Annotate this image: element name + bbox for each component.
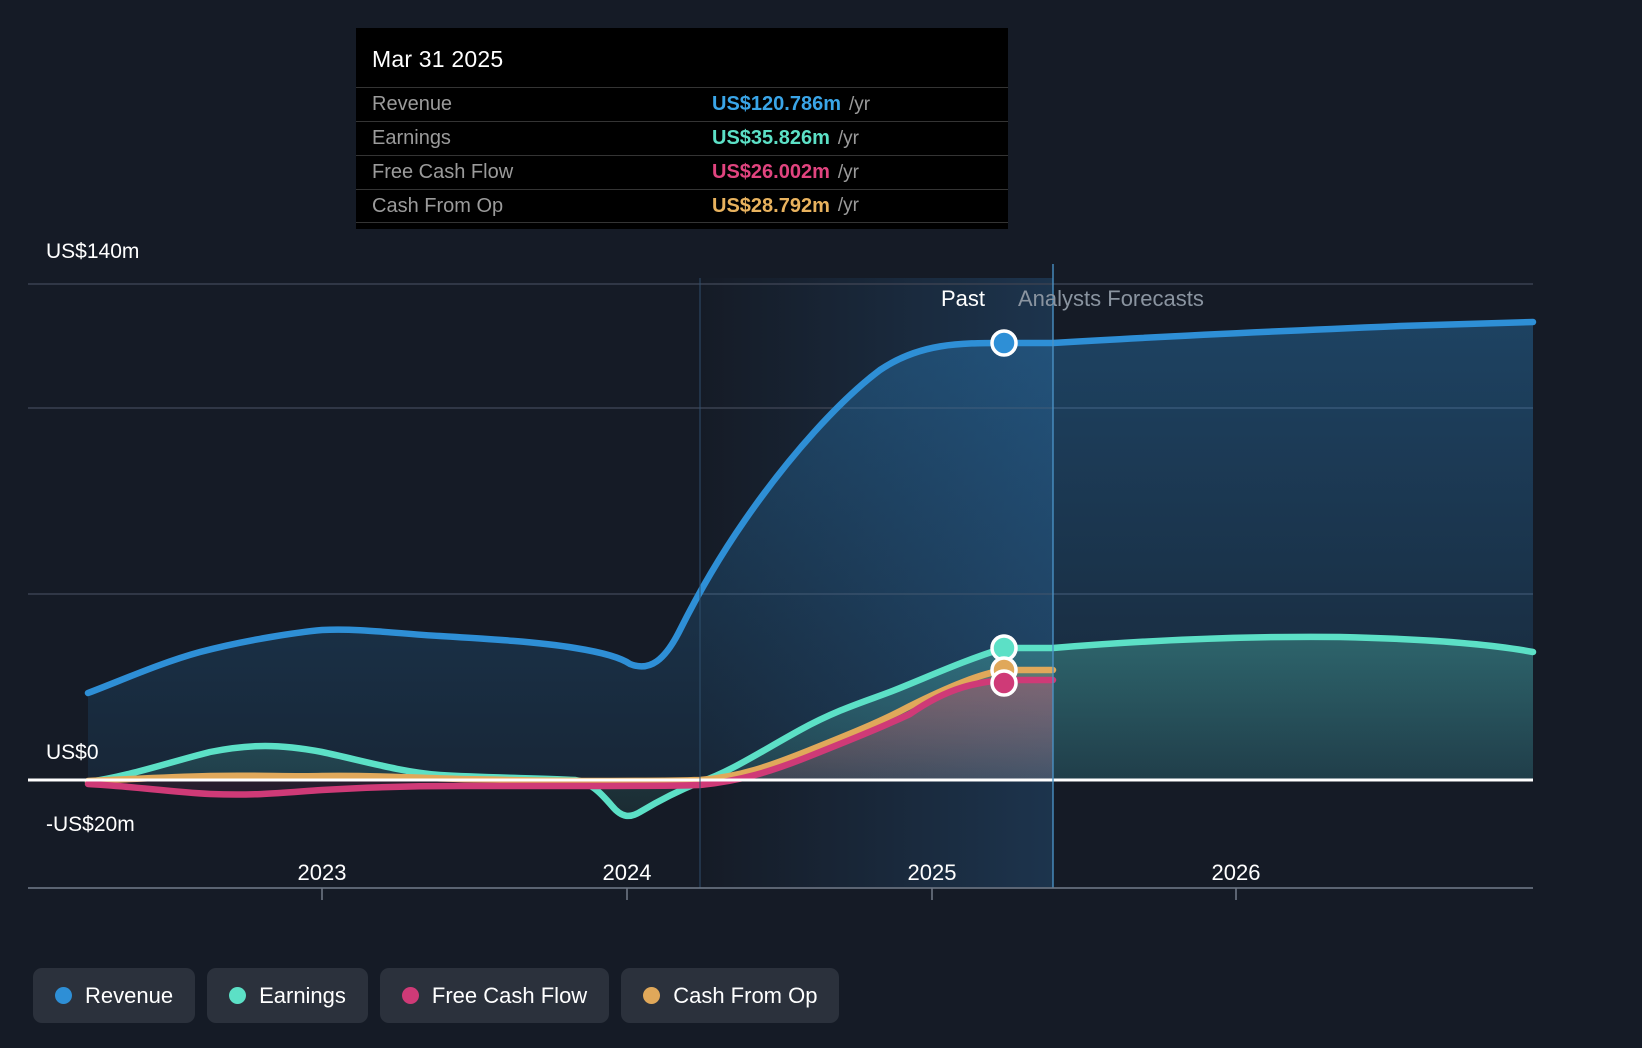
tooltip-row-cash-from-op: Cash From Op US$28.792m /yr bbox=[356, 189, 1008, 223]
revenue-color-dot-icon bbox=[55, 987, 72, 1004]
y-axis-label-zero: US$0 bbox=[46, 741, 99, 764]
tooltip-unit-free-cash-flow: /yr bbox=[837, 161, 859, 183]
y-axis-label-top: US$140m bbox=[46, 240, 140, 263]
free-cash-flow-marker bbox=[990, 669, 1018, 697]
chart-legend: Revenue Earnings Free Cash Flow Cash Fro… bbox=[33, 968, 840, 1023]
tooltip-label-free-cash-flow: Free Cash Flow bbox=[372, 161, 514, 183]
legend-label-revenue: Revenue bbox=[85, 982, 174, 1008]
legend-item-cash-from-op[interactable]: Cash From Op bbox=[621, 968, 840, 1023]
legend-label-free-cash-flow: Free Cash Flow bbox=[431, 982, 588, 1008]
legend-label-cash-from-op: Cash From Op bbox=[673, 982, 818, 1008]
y-axis-label-bottom: -US$20m bbox=[46, 813, 135, 836]
legend-label-earnings: Earnings bbox=[259, 982, 346, 1008]
legend-item-free-cash-flow[interactable]: Free Cash Flow bbox=[379, 968, 610, 1023]
tooltip-row-revenue: Revenue US$120.786m /yr bbox=[356, 87, 1008, 121]
tooltip-label-cash-from-op: Cash From Op bbox=[372, 194, 504, 217]
past-label: Past bbox=[941, 286, 986, 311]
earnings-color-dot-icon bbox=[229, 987, 247, 1004]
chart-root: US$140m US$0 -US$20m 2023 2024 2025 2026… bbox=[0, 0, 1642, 1048]
tooltip-row-free-cash-flow: Free Cash Flow US$26.002m /yr bbox=[356, 155, 1008, 189]
x-axis-label-2025: 2025 bbox=[907, 860, 957, 885]
x-axis-label-2026: 2026 bbox=[1211, 860, 1261, 885]
x-axis-label-2023: 2023 bbox=[297, 860, 347, 885]
legend-item-revenue[interactable]: Revenue bbox=[33, 968, 196, 1023]
tooltip-label-revenue: Revenue bbox=[372, 93, 453, 115]
x-axis-ticks bbox=[321, 888, 1237, 900]
tooltip-date: Mar 31 2025 bbox=[372, 46, 504, 72]
legend-item-earnings[interactable]: Earnings bbox=[207, 968, 368, 1023]
x-axis-label-2024: 2024 bbox=[602, 860, 652, 885]
chart-tooltip: Mar 31 2025 Revenue US$120.786m /yr Earn… bbox=[356, 28, 1008, 229]
tooltip-value-cash-from-op: US$28.792m bbox=[712, 194, 830, 217]
tooltip-unit-earnings: /yr bbox=[837, 127, 859, 149]
tooltip-unit-cash-from-op: /yr bbox=[837, 195, 859, 216]
cash-from-op-color-dot-icon bbox=[643, 987, 661, 1004]
tooltip-value-free-cash-flow: US$26.002m bbox=[712, 161, 830, 183]
tooltip-value-revenue: US$120.786m bbox=[712, 93, 841, 115]
analysts-forecasts-label: Analysts Forecasts bbox=[1018, 286, 1204, 311]
tooltip-label-earnings: Earnings bbox=[372, 127, 451, 149]
revenue-marker bbox=[990, 329, 1018, 357]
tooltip-row-earnings: Earnings US$35.826m /yr bbox=[356, 121, 1008, 155]
tooltip-unit-revenue: /yr bbox=[848, 93, 871, 115]
tooltip-value-earnings: US$35.826m bbox=[712, 127, 830, 149]
free-cash-flow-color-dot-icon bbox=[401, 987, 419, 1004]
